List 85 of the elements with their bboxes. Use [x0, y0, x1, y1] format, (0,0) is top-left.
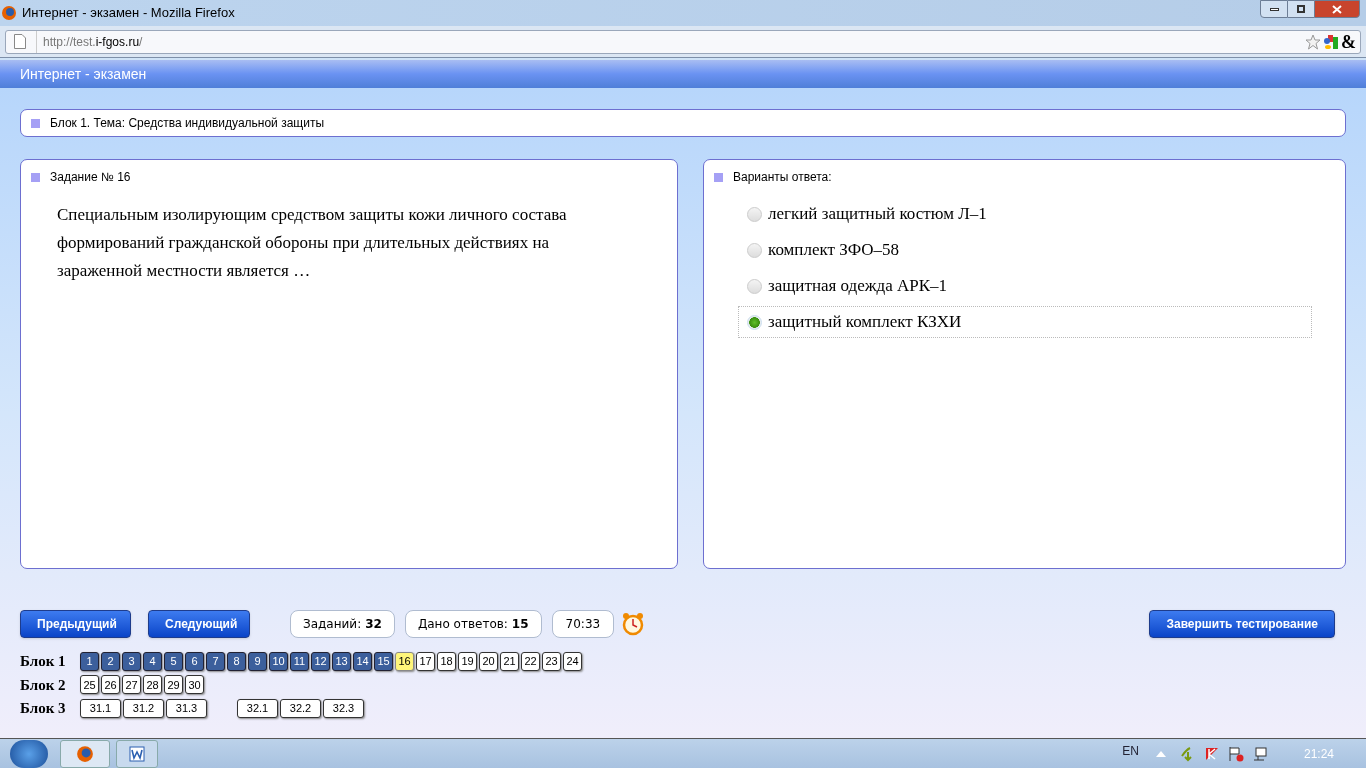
app-title: Интернет - экзамен — [20, 64, 147, 84]
answer-option[interactable]: защитная одежда АРК–1 — [738, 270, 1312, 302]
question-link[interactable]: 21 — [500, 651, 519, 671]
star-icon[interactable] — [1305, 33, 1321, 50]
block-label: Блок 1 — [20, 652, 67, 671]
next-button[interactable]: Следующий — [148, 610, 250, 638]
question-number: Задание № 16 — [50, 169, 131, 186]
ampersand-icon[interactable]: & — [1341, 32, 1356, 51]
question-link[interactable]: 14 — [353, 651, 372, 671]
question-link[interactable]: 30 — [185, 675, 204, 695]
question-link[interactable]: 24 — [563, 651, 582, 671]
flag-icon[interactable] — [1227, 745, 1244, 762]
restore-button[interactable] — [1288, 0, 1314, 18]
question-link[interactable]: 28 — [143, 675, 162, 695]
radio-button[interactable] — [747, 242, 762, 258]
antivirus-icon[interactable] — [1203, 745, 1220, 762]
network-monitor-icon[interactable] — [1251, 745, 1268, 762]
alarm-clock-icon — [622, 612, 645, 636]
answer-option[interactable]: легкий защитный костюм Л–1 — [738, 198, 1312, 230]
answers-heading: Варианты ответа: — [733, 169, 832, 186]
answer-text: комплект ЗФО–58 — [768, 239, 900, 262]
question-link[interactable]: 17 — [416, 651, 435, 671]
question-link[interactable]: 5 — [164, 651, 183, 671]
url-text: http://test.i-fgos.ru/ — [43, 33, 143, 51]
question-link[interactable]: 1 — [80, 651, 99, 671]
question-link[interactable]: 11 — [290, 651, 309, 671]
minimize-button[interactable] — [1260, 0, 1288, 18]
question-link[interactable]: 2 — [101, 651, 120, 671]
question-link[interactable]: 25 — [80, 675, 99, 695]
answer-option[interactable]: защитный комплект КЗХИ — [738, 306, 1312, 338]
block-label: Блок 2 — [20, 675, 67, 695]
question-link[interactable]: 26 — [101, 675, 120, 695]
close-button[interactable] — [1314, 0, 1360, 18]
question-link[interactable]: 32.3 — [323, 698, 364, 718]
radio-button[interactable] — [747, 278, 762, 294]
question-link[interactable]: 16 — [395, 651, 414, 671]
question-link[interactable]: 13 — [332, 651, 351, 671]
block-topic: Блок 1. Тема: Средства индивидуальной защиты — [50, 115, 324, 132]
previous-button[interactable]: Предыдущий — [20, 610, 131, 638]
answer-text: защитная одежда АРК–1 — [768, 275, 948, 298]
answer-option[interactable]: комплект ЗФО–58 — [738, 234, 1312, 266]
taskbar-browser-icon[interactable] — [60, 739, 110, 768]
tasks-counter: Заданий: 32 — [290, 610, 395, 638]
toolbar-addon-icon[interactable] — [1323, 33, 1339, 50]
question-link[interactable]: 32.1 — [237, 698, 278, 718]
answer-text: защитный комплект КЗХИ — [768, 311, 962, 334]
question-link[interactable]: 8 — [227, 651, 246, 671]
language-indicator[interactable]: EN — [1122, 741, 1139, 760]
finish-test-button[interactable]: Завершить тестирование — [1149, 610, 1335, 638]
question-link[interactable]: 31.2 — [123, 698, 164, 718]
question-link[interactable]: 15 — [374, 651, 393, 671]
question-link[interactable]: 18 — [437, 651, 456, 671]
bullet-icon — [714, 172, 723, 182]
question-link[interactable]: 32.2 — [280, 698, 321, 718]
start-button[interactable] — [10, 739, 48, 768]
question-link[interactable]: 10 — [269, 651, 288, 671]
taskbar-document-icon[interactable] — [116, 739, 158, 768]
question-link[interactable]: 31.3 — [166, 698, 207, 718]
question-text: Специальным изолирующим средством защиты кожи личного состава формирований гражданской обороны при длительных действиях на зараженной местности является … — [57, 204, 568, 282]
question-link[interactable]: 20 — [479, 651, 498, 671]
bullet-icon — [31, 118, 40, 128]
page-icon — [14, 34, 26, 49]
bullet-icon — [31, 172, 40, 182]
window-title: Интернет - экзамен - Mozilla Firefox — [22, 4, 235, 23]
answer-text: легкий защитный костюм Л–1 — [768, 203, 987, 226]
block-label: Блок 3 — [20, 699, 67, 718]
radio-button[interactable] — [747, 314, 762, 330]
question-link[interactable]: 6 — [185, 651, 204, 671]
question-link[interactable]: 23 — [542, 651, 561, 671]
question-link[interactable]: 27 — [122, 675, 141, 695]
question-link[interactable]: 12 — [311, 651, 330, 671]
question-link[interactable]: 4 — [143, 651, 162, 671]
radio-button[interactable] — [747, 206, 762, 222]
question-link[interactable]: 29 — [164, 675, 183, 695]
answered-counter: Дано ответов: 15 — [404, 610, 542, 638]
question-link[interactable]: 22 — [521, 651, 540, 671]
question-link[interactable]: 31.1 — [80, 698, 121, 718]
question-link[interactable]: 19 — [458, 651, 477, 671]
close-icon — [1332, 4, 1342, 14]
question-link[interactable]: 3 — [122, 651, 141, 671]
browser-logo-icon — [1, 5, 17, 21]
address-bar[interactable]: http://test.i-fgos.ru/ & — [5, 29, 1361, 54]
timer: 70:33 — [551, 610, 615, 638]
question-link[interactable]: 7 — [206, 651, 225, 671]
question-link[interactable]: 9 — [248, 651, 267, 671]
